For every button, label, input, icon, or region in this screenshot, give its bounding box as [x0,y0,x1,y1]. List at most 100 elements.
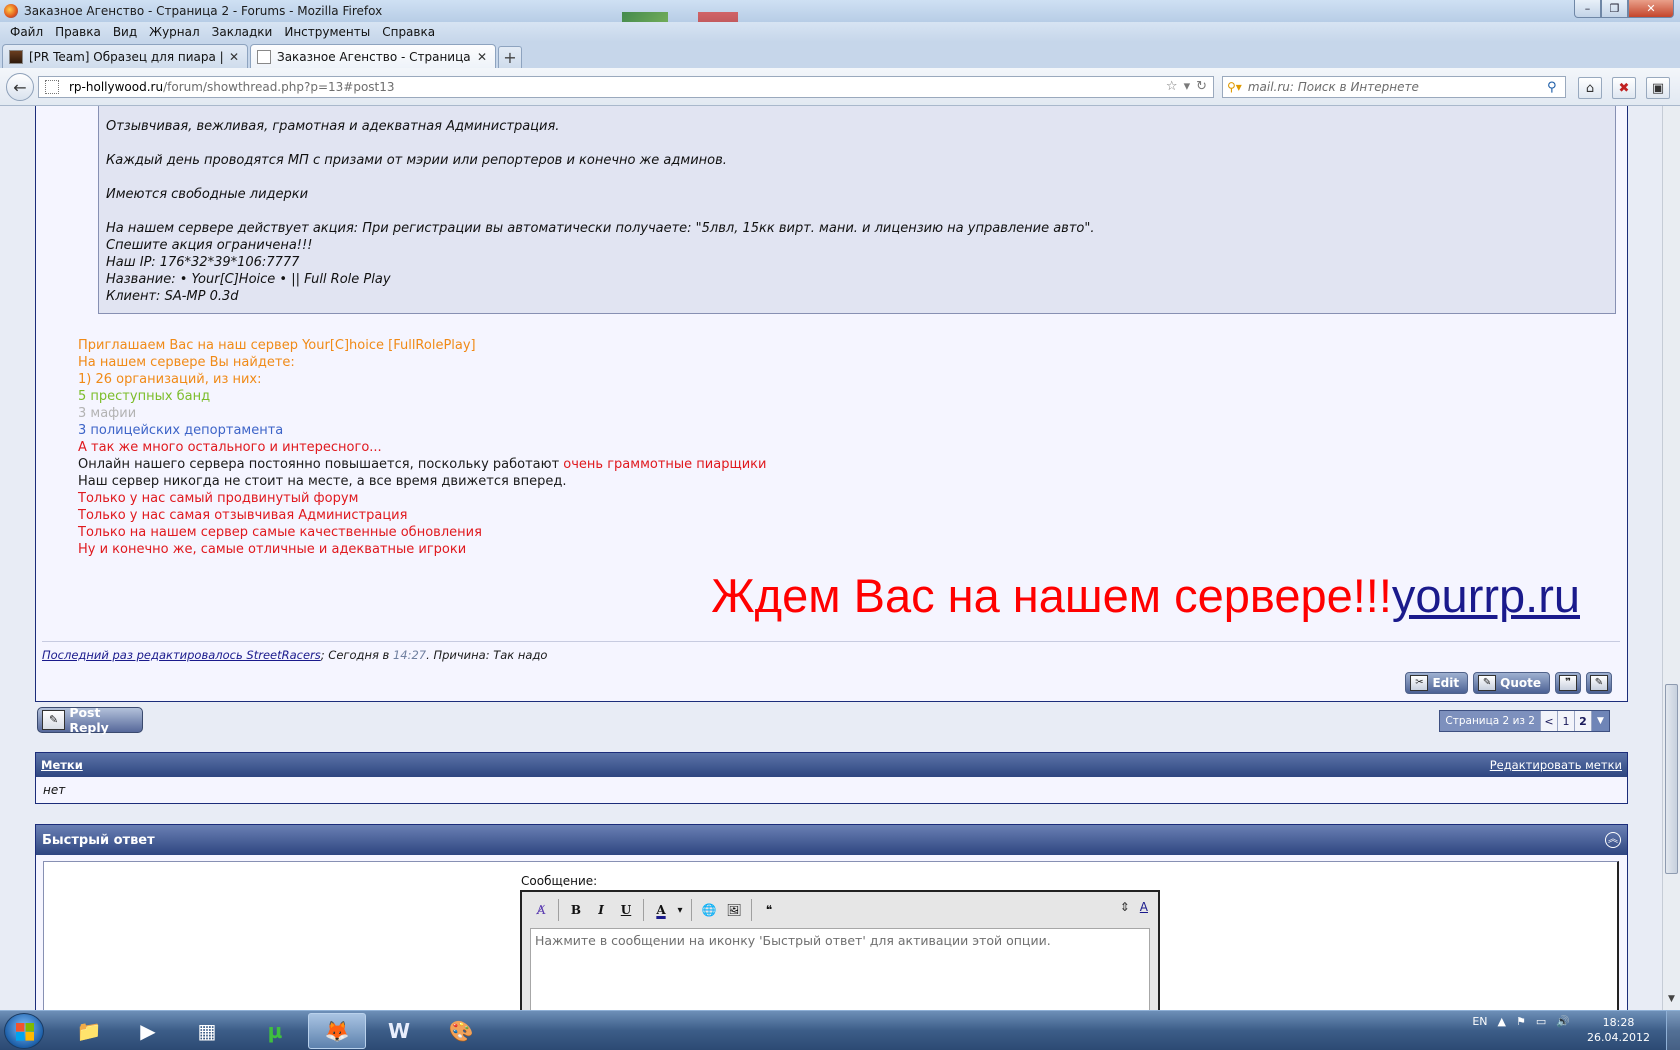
network-icon[interactable]: ▭ [1536,1015,1546,1028]
bookmark-star-icon[interactable]: ☆ [1166,79,1178,94]
scrollbar-thumb[interactable] [1665,684,1678,874]
insert-link-icon[interactable]: 🌐 [698,899,720,921]
tags-value: нет [43,783,66,797]
edit-button-label: Edit [1432,676,1460,690]
quote-line: Клиент: SA-MP 0.3d [106,289,239,304]
media-player-taskbar-icon[interactable]: ▶ [119,1013,177,1049]
window-title: Заказное Агенство - Страница 2 - Forums … [24,4,383,18]
tags-header: Метки Редактировать метки [36,753,1627,777]
word-taskbar-icon[interactable]: W [370,1013,428,1049]
post-line: Приглашаем Вас на наш сервер Your[C]hoic… [78,338,476,353]
tray-expand-icon[interactable]: ▲ [1498,1015,1506,1028]
action-center-icon[interactable]: ⚑ [1516,1015,1526,1028]
show-desktop-button[interactable] [1666,1011,1680,1050]
edit-note-time: 14:27 [392,648,427,662]
italic-button[interactable]: I [590,899,612,921]
paint-taskbar-icon[interactable]: 🎨 [432,1013,490,1049]
underline-button[interactable]: U [615,899,637,921]
explorer-taskbar-icon[interactable]: 📁 [60,1013,118,1049]
tab-close-icon[interactable]: ✕ [475,50,489,64]
quote-line: Спешите акция ограничена!!! [106,238,313,253]
post-line: 1) 26 организаций, из них: [78,372,262,387]
page-1[interactable]: 1 [1557,711,1574,731]
multiquote-button[interactable]: ❞ [1555,672,1581,694]
tab-close-icon[interactable]: ✕ [227,50,241,64]
search-input[interactable]: mail.ru: Поиск в Интернете [1248,80,1547,94]
firefox-taskbar-icon[interactable]: 🦊 [308,1013,366,1049]
back-button[interactable]: ← [6,73,34,101]
edit-button[interactable]: ✂ Edit [1405,672,1469,694]
calculator-taskbar-icon[interactable]: ▦ [178,1013,236,1049]
remove-format-icon[interactable]: A̸ [530,899,552,921]
firefox-icon [4,4,18,18]
quick-reply-body: Сообщение: A̸ B I U A ▾ 🌐 🖼 ❝ ⇕ A Нажмит… [43,861,1619,1010]
edit-note-link[interactable]: Последний раз редактировалось StreetRace… [42,648,321,662]
clock-time: 18:28 [1602,1016,1635,1029]
collapse-icon[interactable]: ︽ [1605,832,1621,848]
quick-reply-post-button[interactable]: ✎ [1586,672,1612,694]
edit-tags-link[interactable]: Редактировать метки [1490,758,1622,772]
reply-pencil-icon: ✎ [42,710,66,730]
post-reply-button[interactable]: ✎ Post Reply [37,705,143,735]
quote-button[interactable]: ✎ Quote [1473,672,1550,694]
menu-bookmarks[interactable]: Закладки [206,25,279,39]
menu-file[interactable]: Файл [4,25,49,39]
clock-date: 26.04.2012 [1587,1031,1650,1044]
post-line: Онлайн нашего сервера постоянно повышает… [78,456,766,473]
post-line: 5 преступных банд [78,389,211,404]
tab-current[interactable]: Заказное Агенство - Страница 2 - F... ✕ [250,44,496,68]
start-button[interactable] [4,1013,44,1049]
reload-icon[interactable]: ↻ [1196,79,1207,94]
insert-image-icon[interactable]: 🖼 [723,899,745,921]
menu-edit[interactable]: Правка [49,25,107,39]
page-icon [45,80,59,94]
font-switch-icon[interactable]: A [1140,900,1148,914]
post-line: Ну и конечно же, самые отличные и адеква… [78,542,467,557]
insert-quote-icon[interactable]: ❝ [758,899,780,921]
page-menu-icon[interactable]: ▼ [1591,711,1609,731]
search-bar[interactable]: ⚲▾ mail.ru: Поиск в Интернете ⚲ [1222,76,1566,98]
clock[interactable]: 18:28 26.04.2012 [1587,1015,1650,1045]
tab-pr-team[interactable]: [PR Team] Образец для пиара | Your... ✕ [2,44,248,68]
minimize-button[interactable]: – [1574,0,1601,18]
close-button[interactable]: ✕ [1628,0,1674,18]
home-button[interactable]: ⌂ [1578,77,1602,99]
language-indicator[interactable]: EN [1472,1015,1487,1028]
color-dropdown-icon[interactable]: ▾ [675,899,685,921]
message-textarea[interactable]: Нажмите в сообщении на иконку 'Быстрый о… [530,928,1150,1010]
scissors-icon: ✂ [1410,675,1429,691]
server-link[interactable]: yourrp.ru [1392,569,1580,622]
search-engine-icon[interactable]: ⚲▾ [1227,80,1242,94]
utorrent-taskbar-icon[interactable]: µ [246,1013,304,1049]
toolbar-divider [751,899,752,921]
scroll-down-arrow[interactable]: ▼ [1665,994,1678,1008]
page-count-label: Страница 2 из 2 [1440,711,1540,731]
maximize-button[interactable]: ❐ [1601,0,1628,18]
vertical-scrollbar[interactable]: ▼ [1662,106,1680,1010]
quote-line: Каждый день проводятся МП с призами от м… [106,153,727,168]
addon-button[interactable]: ✖ [1612,77,1636,99]
url-bar[interactable]: rp-hollywood.ru/forum/showthread.php?p=1… [38,76,1214,98]
page-prev[interactable]: < [1540,711,1557,731]
history-dropdown-icon[interactable]: ▾ [1184,79,1191,94]
system-tray: EN ▲ ⚑ ▭ 🔊 [1472,1015,1570,1028]
search-go-icon[interactable]: ⚲ [1547,80,1565,95]
quote-block: Отзывчивая, вежливая, грамотная и адеква… [98,106,1616,314]
tags-title-link[interactable]: Метки [41,758,83,772]
menu-view[interactable]: Вид [107,25,143,39]
bold-button[interactable]: B [565,899,587,921]
tags-panel: Метки Редактировать метки нет [35,752,1628,804]
tab-label: [PR Team] Образец для пиара | Your... [29,49,227,64]
menu-tools[interactable]: Инструменты [278,25,376,39]
resize-icon[interactable]: ⇕ [1120,900,1130,914]
quick-reply-header: Быстрый ответ ︽ [36,825,1627,855]
addon-button-2[interactable]: ▣ [1646,77,1670,99]
taskbar: 📁 ▶ ▦ µ 🦊 W 🎨 EN ▲ ⚑ ▭ 🔊 18:28 26.04.201… [0,1010,1680,1050]
quick-reply-panel: Быстрый ответ ︽ Сообщение: A̸ B I U A ▾ … [35,824,1628,1010]
menu-history[interactable]: Журнал [143,25,206,39]
text-color-button[interactable]: A [650,899,672,921]
new-tab-button[interactable]: + [498,46,522,68]
post-line-part: очень граммотные пиарщики [563,457,767,472]
menu-help[interactable]: Справка [376,25,441,39]
volume-icon[interactable]: 🔊 [1556,1015,1570,1028]
